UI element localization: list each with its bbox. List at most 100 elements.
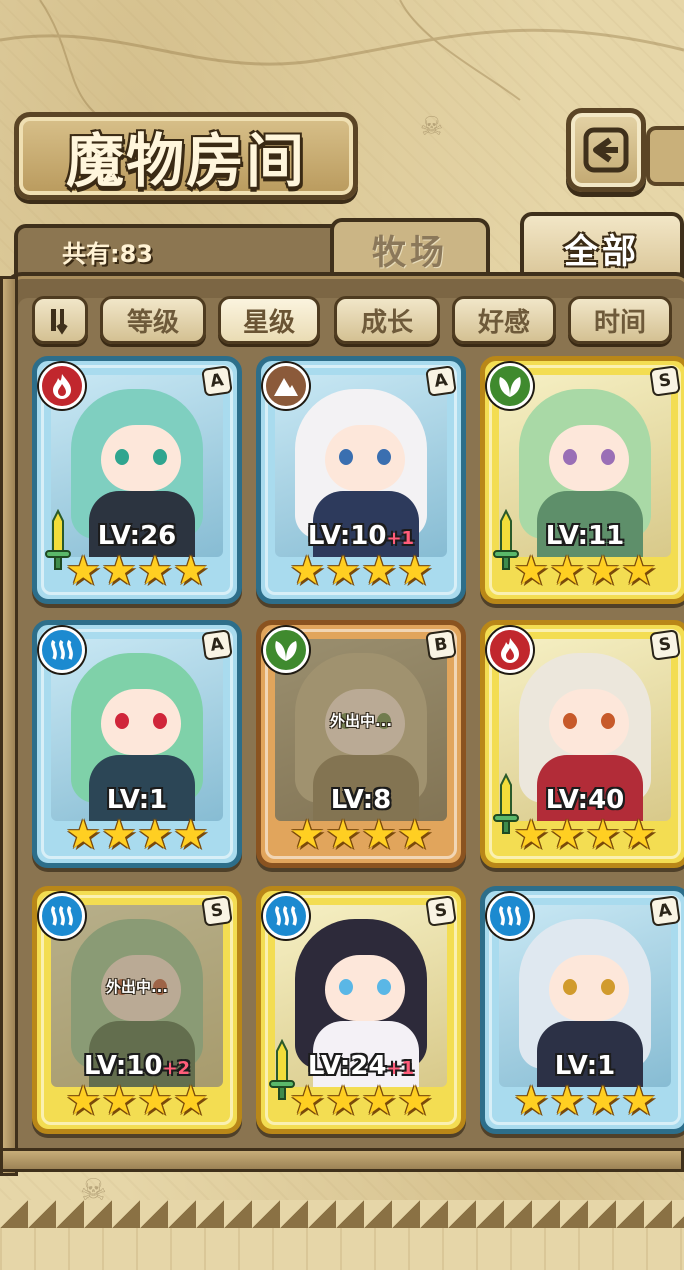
level-text: LV:26 — [97, 521, 177, 551]
monster-face — [549, 955, 629, 1021]
monster-level: LV:24+1 — [261, 1051, 461, 1081]
star-rating: ★ ★ ★ ★ — [271, 1081, 451, 1123]
tab-farm[interactable]: 牧场 — [330, 218, 490, 276]
star-icon: ★ — [289, 548, 326, 594]
star-icon: ★ — [172, 548, 209, 594]
sort-button-level[interactable]: 等级 — [100, 296, 206, 344]
monster-eye-left — [563, 979, 577, 995]
star-icon: ★ — [325, 812, 361, 858]
star-icon: ★ — [585, 548, 621, 594]
star-icon: ★ — [396, 812, 433, 858]
monster-card[interactable]: S LV:11 ★ ★ ★ ★ — [480, 356, 684, 604]
star-icon: ★ — [396, 548, 433, 594]
monster-eye-left — [115, 449, 129, 465]
monster-eye-left — [339, 979, 353, 995]
star-icon: ★ — [513, 1078, 550, 1124]
rank-badge: S — [201, 895, 233, 927]
star-rating: ★ ★ ★ ★ — [495, 815, 675, 857]
star-rating: ★ ★ ★ ★ — [47, 815, 227, 857]
star-icon: ★ — [289, 812, 326, 858]
monster-card[interactable]: S LV:40 ★ ★ ★ ★ — [480, 620, 684, 868]
level-text: LV:10 — [83, 1051, 163, 1081]
level-text: LV:1 — [106, 785, 168, 815]
monster-eye-right — [377, 979, 391, 995]
monster-card[interactable]: S LV:24+1 ★ ★ ★ ★ — [256, 886, 466, 1134]
star-icon: ★ — [620, 548, 657, 594]
panel-rail-left — [0, 276, 18, 1176]
monster-face — [325, 955, 405, 1021]
star-icon: ★ — [549, 548, 585, 594]
element-leaf-icon — [487, 363, 533, 409]
element-water-icon — [39, 893, 85, 939]
star-icon: ★ — [325, 548, 361, 594]
rank-badge: B — [425, 629, 457, 661]
element-water-icon — [263, 893, 309, 939]
rank-badge: S — [649, 629, 681, 661]
star-icon: ★ — [513, 548, 550, 594]
monster-eye-left — [115, 713, 129, 729]
sort-order-icon — [51, 309, 68, 335]
monster-card[interactable]: 外出中... B LV:8 ★ ★ ★ ★ — [256, 620, 466, 868]
monster-level: LV:8 — [261, 785, 461, 815]
jagged-border — [0, 1200, 684, 1270]
star-rating: ★ ★ ★ ★ — [47, 1081, 227, 1123]
star-rating: ★ ★ ★ ★ — [495, 551, 675, 593]
star-icon: ★ — [101, 812, 137, 858]
tab-all[interactable]: 全部 — [520, 212, 684, 280]
star-icon: ★ — [65, 548, 102, 594]
star-rating: ★ ★ ★ ★ — [271, 551, 451, 593]
monster-eye-right — [601, 713, 615, 729]
monster-face — [549, 689, 629, 755]
out-status: 外出中... — [105, 977, 169, 996]
star-icon: ★ — [137, 548, 173, 594]
monster-level: LV:26 — [37, 521, 237, 551]
star-icon: ★ — [289, 1078, 326, 1124]
sort-button-star[interactable]: 星级 — [218, 296, 320, 344]
star-icon: ★ — [172, 812, 209, 858]
monster-level: LV:1 — [485, 1051, 684, 1081]
monster-eye-left — [563, 713, 577, 729]
page-title: 魔物房间 — [65, 127, 306, 195]
element-fire-icon — [487, 627, 533, 673]
sort-button-growth[interactable]: 成长 — [334, 296, 440, 344]
back-button[interactable] — [566, 108, 646, 192]
level-text: LV:1 — [554, 1051, 616, 1081]
monster-card[interactable]: 外出中... S LV:10+2 ★ ★ ★ ★ — [32, 886, 242, 1134]
star-rating: ★ ★ ★ ★ — [271, 815, 451, 857]
star-icon: ★ — [549, 812, 585, 858]
level-bonus: +1 — [386, 528, 415, 549]
monster-eye-right — [153, 713, 167, 729]
monster-face — [549, 425, 629, 491]
star-icon: ★ — [620, 812, 657, 858]
sort-button-time[interactable]: 时间 — [568, 296, 672, 344]
count-bar: 共有:83 — [14, 224, 354, 274]
star-rating: ★ ★ ★ ★ — [495, 1081, 675, 1123]
star-icon: ★ — [396, 1078, 433, 1124]
monster-level: LV:10+2 — [37, 1051, 237, 1081]
star-icon: ★ — [137, 1078, 173, 1124]
star-icon: ★ — [101, 1078, 137, 1124]
sort-order-toggle[interactable] — [32, 296, 88, 344]
monster-card[interactable]: A LV:26 ★ ★ ★ ★ — [32, 356, 242, 604]
level-bonus: +2 — [162, 1058, 191, 1079]
back-tab-decoration — [646, 126, 684, 186]
element-water-icon — [39, 627, 85, 673]
out-status: 外出中... — [329, 711, 393, 730]
sort-button-affinity[interactable]: 好感 — [452, 296, 556, 344]
star-icon: ★ — [585, 812, 621, 858]
title-plate: 魔物房间 — [14, 112, 358, 200]
monster-face — [325, 425, 405, 491]
star-icon: ★ — [585, 1078, 621, 1124]
element-leaf-icon — [263, 627, 309, 673]
monster-eye-left — [339, 449, 353, 465]
element-earth-icon — [263, 363, 309, 409]
rank-badge: A — [649, 895, 681, 927]
level-text: LV:8 — [330, 785, 392, 815]
monster-card[interactable]: A LV:1 ★ ★ ★ ★ — [480, 886, 684, 1134]
monster-card[interactable]: A LV:1 ★ ★ ★ ★ — [32, 620, 242, 868]
star-icon: ★ — [172, 1078, 209, 1124]
monster-card[interactable]: A LV:10+1 ★ ★ ★ ★ — [256, 356, 466, 604]
monster-level: LV:40 — [485, 785, 684, 815]
back-arrow-icon — [583, 127, 629, 173]
star-icon: ★ — [361, 1078, 397, 1124]
